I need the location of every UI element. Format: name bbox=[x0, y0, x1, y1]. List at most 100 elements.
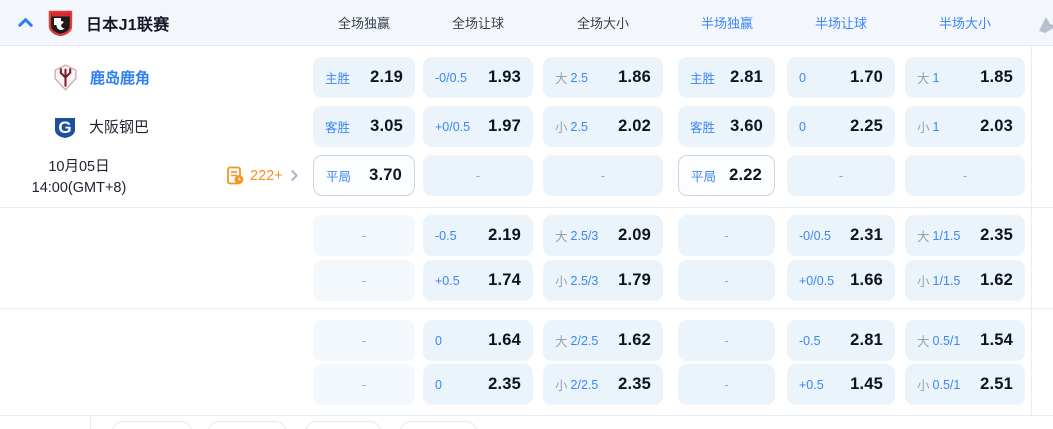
odds-type-prefix: 大 bbox=[917, 230, 930, 244]
column-header-1: 全场独赢 bbox=[337, 16, 391, 31]
odds-type-prefix: 小 bbox=[917, 275, 930, 289]
away-team-logo: G bbox=[52, 114, 78, 140]
odds-value: 1.74 bbox=[488, 271, 521, 289]
odds-label: +0.5 bbox=[435, 273, 460, 288]
odds-label: 平局 bbox=[691, 170, 717, 184]
empty-odds-cell: - bbox=[678, 260, 775, 301]
odds-label: 0 bbox=[435, 377, 442, 392]
dash-placeholder: - bbox=[361, 228, 367, 243]
odds-cell[interactable]: -0.5 2.19 bbox=[423, 215, 533, 256]
odds-value: 2.31 bbox=[850, 226, 883, 244]
odds-cell[interactable]: 小 1 2.03 bbox=[905, 106, 1025, 147]
odds-value: 1.70 bbox=[850, 68, 883, 86]
odds-label: 2.5/3 bbox=[570, 228, 599, 243]
dash-placeholder: - bbox=[724, 333, 729, 348]
odds-value: 1.79 bbox=[618, 271, 651, 289]
column-header-4: 半场独赢 bbox=[700, 16, 754, 31]
odds-cell[interactable]: +0/0.5 1.66 bbox=[787, 260, 895, 301]
odds-label: 2/2.5 bbox=[570, 333, 599, 348]
odds-label: +0/0.5 bbox=[799, 273, 835, 288]
odds-cell[interactable]: 主胜 2.19 bbox=[313, 57, 415, 98]
odds-label: 0 bbox=[435, 333, 442, 348]
cutoff-pill-outline bbox=[208, 421, 286, 429]
odds-value: 2.02 bbox=[618, 117, 651, 135]
odds-value: 2.81 bbox=[850, 331, 883, 349]
odds-label: 2.5/3 bbox=[570, 273, 599, 288]
odds-value: 2.81 bbox=[730, 68, 763, 86]
odds-cell[interactable]: 平局 2.22 bbox=[678, 155, 775, 196]
odds-cell[interactable]: 主胜 2.81 bbox=[678, 57, 775, 98]
markets-list-icon bbox=[226, 166, 245, 185]
odds-value: 3.05 bbox=[370, 117, 403, 135]
section-divider bbox=[0, 207, 1053, 208]
odds-value: 1.86 bbox=[618, 68, 651, 86]
odds-value: 1.62 bbox=[980, 271, 1013, 289]
chevron-right-icon bbox=[288, 169, 301, 182]
empty-odds-cell: - bbox=[678, 320, 775, 361]
odds-cell[interactable]: 大 1/1.5 2.35 bbox=[905, 215, 1025, 256]
odds-cell[interactable]: 0 1.64 bbox=[423, 320, 533, 361]
odds-value: 2.51 bbox=[980, 375, 1013, 393]
odds-cell[interactable]: 大 0.5/1 1.54 bbox=[905, 320, 1025, 361]
odds-cell[interactable]: 小 2.5/3 1.79 bbox=[543, 260, 663, 301]
odds-label: 1/1.5 bbox=[932, 228, 961, 243]
odds-cell[interactable]: 客胜 3.60 bbox=[678, 106, 775, 147]
dash-placeholder: - bbox=[724, 228, 729, 243]
markets-link[interactable]: 222+ bbox=[226, 155, 301, 196]
odds-cell[interactable]: 大 2/2.5 1.62 bbox=[543, 320, 663, 361]
odds-cell[interactable]: +0/0.5 1.97 bbox=[423, 106, 533, 147]
dash-placeholder: - bbox=[361, 333, 367, 348]
odds-cell[interactable]: 小 2.5 2.02 bbox=[543, 106, 663, 147]
odds-label: +0.5 bbox=[799, 377, 824, 392]
odds-cell[interactable]: 大 2.5 1.86 bbox=[543, 57, 663, 98]
odds-cell[interactable]: 0 1.70 bbox=[787, 57, 895, 98]
odds-cell[interactable]: 小 1/1.5 1.62 bbox=[905, 260, 1025, 301]
odds-value: 2.19 bbox=[488, 226, 521, 244]
table-right-border bbox=[1031, 46, 1032, 415]
odds-value: 2.25 bbox=[850, 117, 883, 135]
odds-cell[interactable]: 0 2.25 bbox=[787, 106, 895, 147]
odds-value: 1.85 bbox=[980, 68, 1013, 86]
odds-label: 1/1.5 bbox=[932, 273, 961, 288]
cutoff-pill-outline bbox=[400, 421, 477, 429]
odds-panel: 日本J1联赛 全场独赢 全场让球 全场大小 半场独赢 半场让球 半场大小 鹿岛鹿角 G bbox=[0, 0, 1053, 429]
odds-cell[interactable]: +0.5 1.74 bbox=[423, 260, 533, 301]
odds-label: 2.5 bbox=[570, 70, 588, 85]
odds-cell[interactable]: -0/0.5 1.93 bbox=[423, 57, 533, 98]
section-divider bbox=[0, 415, 1053, 416]
league-logo bbox=[48, 9, 73, 36]
odds-cell[interactable]: 大 2.5/3 2.09 bbox=[543, 215, 663, 256]
odds-label: 客胜 bbox=[690, 121, 716, 135]
odds-value: 2.22 bbox=[729, 166, 762, 184]
empty-odds-cell: - bbox=[543, 155, 663, 196]
dash-placeholder: - bbox=[724, 273, 729, 288]
cutoff-pill-outline bbox=[305, 421, 381, 429]
pin-icon[interactable] bbox=[1037, 15, 1053, 38]
odds-cell[interactable]: +0.5 1.45 bbox=[787, 364, 895, 405]
column-header-6: 半场大小 bbox=[938, 16, 992, 31]
odds-cell[interactable]: 小 2/2.5 2.35 bbox=[543, 364, 663, 405]
odds-label: -0.5 bbox=[799, 333, 821, 348]
next-section-border bbox=[90, 416, 91, 429]
odds-value: 2.35 bbox=[618, 375, 651, 393]
odds-label: 0.5/1 bbox=[932, 377, 961, 392]
odds-label: -0/0.5 bbox=[435, 70, 467, 85]
odds-value: 1.93 bbox=[488, 68, 521, 86]
odds-value: 1.54 bbox=[980, 331, 1013, 349]
odds-cell[interactable]: 0 2.35 bbox=[423, 364, 533, 405]
odds-type-prefix: 大 bbox=[555, 335, 568, 349]
odds-cell[interactable]: -0/0.5 2.31 bbox=[787, 215, 895, 256]
column-header-5: 半场让球 bbox=[814, 16, 868, 31]
match-datetime: 10月05日 14:00(GMT+8) bbox=[4, 157, 154, 199]
odds-cell[interactable]: 大 1 1.85 bbox=[905, 57, 1025, 98]
odds-cell[interactable]: 小 0.5/1 2.51 bbox=[905, 364, 1025, 405]
odds-value: 1.66 bbox=[850, 271, 883, 289]
odds-type-prefix: 小 bbox=[555, 275, 568, 289]
empty-odds-cell: - bbox=[313, 320, 415, 361]
odds-label: 1 bbox=[932, 119, 940, 134]
home-team-logo bbox=[52, 64, 79, 91]
odds-cell[interactable]: 平局 3.70 bbox=[313, 155, 415, 196]
odds-cell[interactable]: -0.5 2.81 bbox=[787, 320, 895, 361]
chevron-up-icon[interactable] bbox=[16, 13, 35, 32]
odds-cell[interactable]: 客胜 3.05 bbox=[313, 106, 415, 147]
